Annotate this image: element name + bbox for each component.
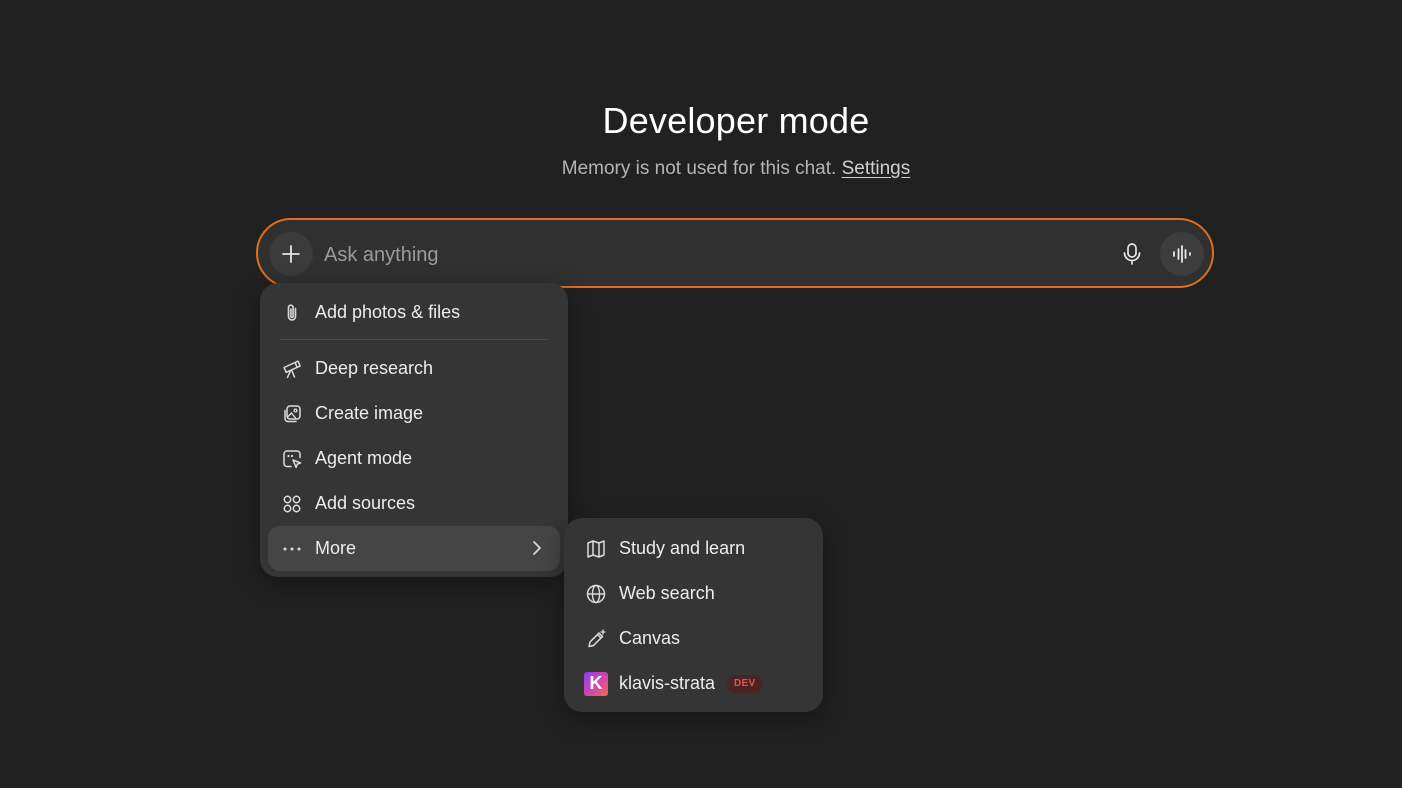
submenu-item-label: Study and learn — [619, 538, 746, 558]
more-submenu: Study and learn Web search Canvas K klav… — [564, 518, 823, 712]
image-icon — [280, 402, 304, 426]
menu-item-create-image[interactable]: Create image — [268, 391, 560, 436]
menu-item-agent-mode[interactable]: Agent mode — [268, 436, 560, 481]
voice-waveform-icon — [1173, 245, 1191, 263]
dev-badge: DEV — [727, 674, 763, 693]
memory-notice-text: Memory is not used for this chat. — [561, 158, 837, 179]
submenu-item-label: klavis-strata — [619, 673, 716, 693]
menu-item-deep-research[interactable]: Deep research — [268, 346, 560, 391]
composer — [256, 218, 1214, 288]
ellipsis-icon — [280, 537, 304, 561]
microphone-icon — [1123, 243, 1141, 265]
submenu-item-label: Canvas — [619, 628, 681, 648]
menu-item-label: Create image — [315, 403, 424, 423]
submenu-item-canvas[interactable]: Canvas — [572, 616, 815, 661]
plus-icon — [282, 245, 300, 263]
apps-icon — [280, 492, 304, 516]
submenu-item-study-and-learn[interactable]: Study and learn — [572, 526, 815, 571]
menu-item-more[interactable]: More — [268, 526, 560, 571]
menu-item-label: Agent mode — [315, 448, 413, 468]
menu-item-add-sources[interactable]: Add sources — [268, 481, 560, 526]
attach-menu: Add photos & files Deep research Create … — [260, 283, 568, 577]
paperclip-icon — [280, 301, 304, 325]
book-icon — [584, 537, 608, 561]
prompt-input[interactable] — [322, 236, 1106, 274]
agent-cursor-icon — [280, 447, 304, 471]
page-title: Developer mode — [602, 100, 870, 141]
menu-item-label: Add sources — [315, 493, 416, 513]
settings-link[interactable]: Settings — [842, 158, 911, 179]
add-button[interactable] — [269, 232, 313, 276]
menu-item-label: Deep research — [315, 358, 434, 378]
page: Developer mode Memory is not used for th… — [0, 0, 1402, 788]
submenu-item-klavis-strata[interactable]: K klavis-strata DEV — [572, 661, 815, 706]
chevron-right-icon — [528, 538, 546, 558]
submenu-item-label: Web search — [619, 583, 715, 603]
telescope-icon — [280, 357, 304, 381]
menu-divider — [280, 339, 548, 340]
voice-mode-button[interactable] — [1160, 232, 1204, 276]
memory-notice: Memory is not used for this chat. Settin… — [0, 158, 1402, 180]
menu-item-label: More — [315, 538, 357, 558]
submenu-item-web-search[interactable]: Web search — [572, 571, 815, 616]
dictate-button[interactable] — [1110, 232, 1154, 276]
menu-item-add-photos-files[interactable]: Add photos & files — [268, 290, 560, 335]
klavis-logo: K — [584, 671, 608, 696]
pen-sparkle-icon — [584, 627, 608, 651]
menu-item-label: Add photos & files — [315, 302, 461, 322]
globe-icon — [584, 582, 608, 606]
